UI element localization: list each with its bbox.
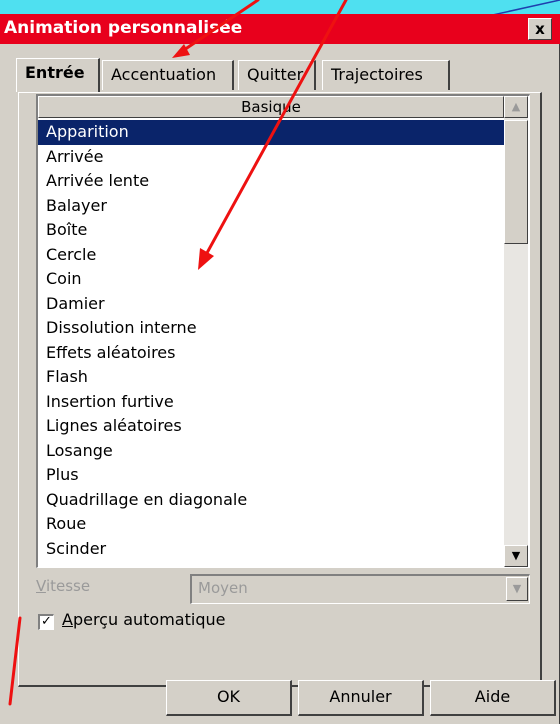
dialog-title: Animation personnalisée — [4, 18, 243, 38]
close-button[interactable]: x — [528, 18, 552, 40]
tab-accentuation[interactable]: Accentuation — [102, 60, 234, 90]
list-item[interactable]: Plus — [38, 463, 504, 488]
list-item[interactable]: Balayer — [38, 194, 504, 219]
list-item[interactable]: Roue — [38, 512, 504, 537]
list-item[interactable]: Losange — [38, 439, 504, 464]
tab-quitter[interactable]: Quitter — [238, 60, 316, 90]
tab-label: Quitter — [247, 65, 304, 84]
scroll-down-button[interactable]: ▼ — [504, 545, 528, 567]
list-item[interactable]: Insertion furtive — [38, 390, 504, 415]
tab-trajectoires[interactable]: Trajectoires — [322, 60, 450, 90]
tab-label: Accentuation — [111, 65, 217, 84]
tab-label: Entrée — [25, 63, 85, 82]
effects-listbox[interactable]: Basique Apparition Arrivée Arrivée lente… — [36, 94, 530, 568]
close-icon: x — [535, 20, 545, 38]
cancel-button[interactable]: Annuler — [298, 680, 424, 716]
tab-entree[interactable]: Entrée — [16, 58, 100, 92]
auto-preview-label[interactable]: Aperçu automatique — [62, 610, 225, 629]
checkmark-icon: ✓ — [41, 614, 52, 629]
list-item[interactable]: Coin — [38, 267, 504, 292]
speed-dropdown[interactable]: Moyen ▼ — [190, 574, 530, 604]
scroll-thumb[interactable] — [504, 120, 528, 244]
ok-button[interactable]: OK — [166, 680, 292, 716]
speed-value: Moyen — [198, 579, 248, 597]
list-item[interactable]: Dissolution interne — [38, 316, 504, 341]
list-item[interactable]: Scinder — [38, 537, 504, 562]
tab-label: Trajectoires — [331, 65, 423, 84]
list-item[interactable]: Damier — [38, 292, 504, 317]
list-item[interactable]: Lignes aléatoires — [38, 414, 504, 439]
custom-animation-dialog: Animation personnalisée x Entrée Accentu… — [0, 14, 560, 724]
list-item[interactable]: Effets aléatoires — [38, 341, 504, 366]
list-item[interactable]: Boîte — [38, 218, 504, 243]
list-item[interactable]: Arrivée lente — [38, 169, 504, 194]
list-item[interactable]: Flash — [38, 365, 504, 390]
chevron-down-icon[interactable]: ▼ — [506, 577, 528, 601]
list-header: Basique — [38, 96, 504, 118]
scroll-up-icon: ▲ — [511, 100, 521, 113]
scroll-down-icon: ▼ — [511, 549, 521, 562]
list-item[interactable]: Arrivée — [38, 145, 504, 170]
list-item[interactable]: Apparition — [38, 120, 504, 145]
auto-preview-checkbox[interactable]: ✓ — [38, 614, 54, 630]
vertical-scrollbar[interactable]: ▲ ▼ — [504, 96, 528, 567]
list-item[interactable]: Cercle — [38, 243, 504, 268]
list-item[interactable]: Quadrillage en diagonale — [38, 488, 504, 513]
speed-label: Vitesse — [36, 577, 91, 595]
list-items: Apparition Arrivée Arrivée lente Balayer… — [38, 120, 504, 561]
help-button[interactable]: Aide — [430, 680, 556, 716]
title-bar: Animation personnalisée x — [0, 14, 560, 44]
scroll-up-button[interactable]: ▲ — [504, 96, 528, 118]
